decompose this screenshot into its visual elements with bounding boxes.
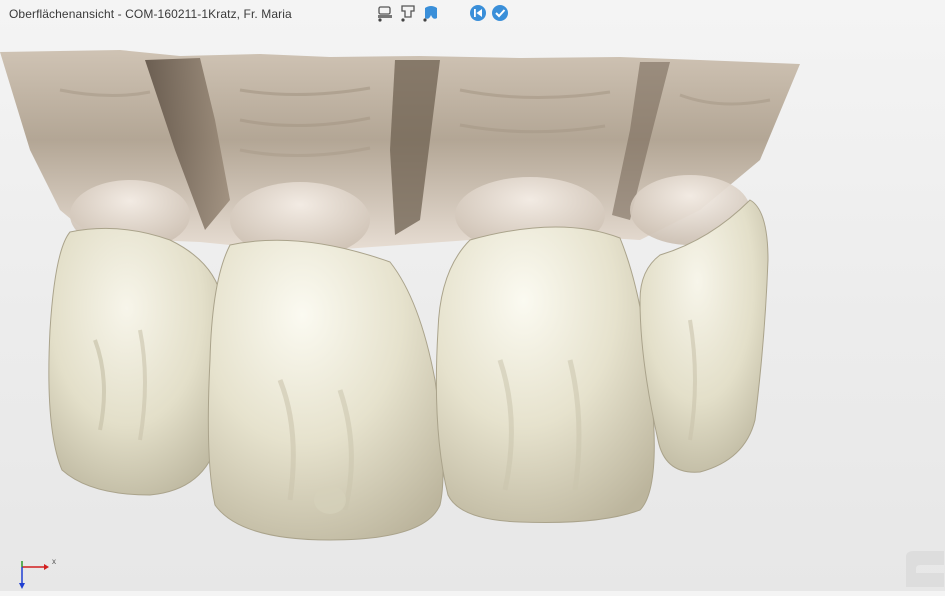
title-bar: Oberflächenansicht - COM-160211-1Kratz, … xyxy=(0,0,945,30)
crown-lateral-right[interactable] xyxy=(639,199,769,473)
articulator-lower-icon[interactable] xyxy=(375,3,395,23)
articulator-upper-icon[interactable] xyxy=(398,3,418,23)
crown-lateral-left[interactable] xyxy=(48,227,223,496)
axis-indicator: x xyxy=(14,557,64,591)
dental-scan-render[interactable] xyxy=(0,0,945,591)
crown-central-right[interactable] xyxy=(435,226,655,523)
window-title: Oberflächenansicht - COM-160211-1Kratz, … xyxy=(9,7,292,21)
brand-logo-icon xyxy=(900,547,945,591)
tooth-model-icon[interactable] xyxy=(421,3,441,23)
back-icon[interactable] xyxy=(468,3,488,23)
3d-viewport[interactable] xyxy=(0,0,945,591)
axis-arrows-icon xyxy=(19,561,49,589)
crown-central-left[interactable] xyxy=(207,239,444,541)
axis-x-label: x xyxy=(52,557,56,566)
confirm-icon[interactable] xyxy=(490,3,510,23)
